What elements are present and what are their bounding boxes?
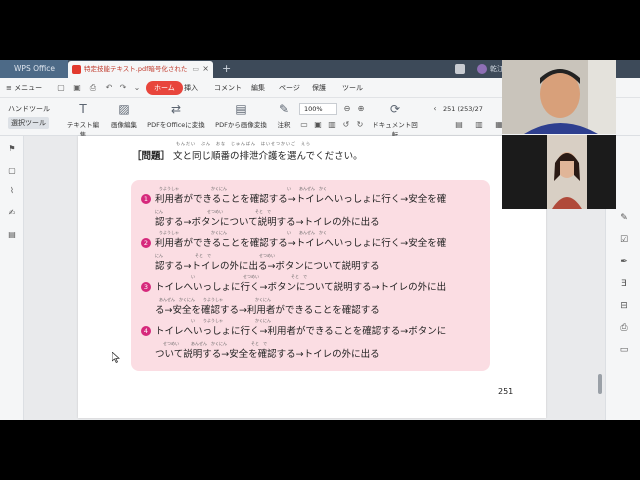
rotate-right-icon[interactable]: ↻: [355, 120, 365, 130]
tab-home[interactable]: ホーム: [146, 81, 183, 95]
option-3: 3 トイレへいっしょに行く→ボタンについて説明する→トイレの外に出: [141, 279, 446, 293]
document-rotate-icon: ⟳: [389, 102, 401, 116]
zoom-select[interactable]: 100%: [299, 103, 337, 115]
edit-text-button[interactable]: T テキスト編集: [64, 102, 102, 139]
attachment-icon[interactable]: ⌇: [7, 186, 17, 196]
single-page-icon[interactable]: ▤: [454, 120, 464, 130]
question-text: 文と同じ順番の排泄介護を選んでください。: [173, 151, 363, 162]
option-2: 2 利用者ができることを確認する→トイレへいっしょに行く→安全を確: [141, 235, 446, 249]
tab-document[interactable]: 特定技能テキスト.pdf暗号化された ▭ ×: [68, 61, 213, 78]
question-label: ［問題］: [132, 151, 171, 162]
pdf-page: もんだい ぶん おな じゅんばん はいせつかいご えら ［問題］ 文と同じ順番の…: [78, 136, 546, 418]
participant-video-icon: [502, 60, 616, 134]
pdf-icon: [72, 65, 81, 74]
signature-icon[interactable]: ✍: [7, 208, 17, 218]
option-3-line-2: る→安全を確認する→利用者ができることを確認する: [155, 305, 380, 316]
question: ［問題］ 文と同じ順番の排泄介護を選んでください。: [132, 148, 363, 162]
left-sidebar: ⚑ ▢ ⌇ ✍ ▤: [0, 136, 24, 420]
avatar[interactable]: [477, 64, 487, 74]
option-number-badge: 3: [141, 282, 151, 292]
open-folder-icon[interactable]: ▢: [56, 83, 66, 93]
page-number-field[interactable]: 251 (253/27: [443, 103, 499, 115]
select-tool-button[interactable]: 選択ツール: [8, 117, 49, 129]
main-menu-button[interactable]: ≡ メニュー: [6, 81, 42, 95]
option-4: 4 トイレへいっしょに行く→利用者ができることを確認する→ボタンに: [141, 323, 446, 337]
pdf-to-office-button[interactable]: ⇄ PDFをOfficeに変換: [144, 102, 208, 134]
print-icon[interactable]: ⎙: [88, 83, 98, 93]
rotate-left-icon[interactable]: ↺: [341, 120, 351, 130]
compare-icon[interactable]: Ǝ: [618, 278, 630, 290]
pdf-to-image-label: PDFから画像変換: [215, 121, 267, 129]
option-number-badge: 1: [141, 194, 151, 204]
close-icon[interactable]: ×: [202, 61, 209, 77]
image-edit-icon: ▨: [118, 102, 130, 116]
chevron-down-icon[interactable]: ⌄: [132, 83, 142, 93]
save-icon[interactable]: ▣: [72, 83, 82, 93]
thumbnail-icon[interactable]: ▢: [7, 166, 17, 176]
pdf-to-office-label: PDFをOfficeに変換: [147, 121, 205, 129]
page-number: 251: [498, 387, 514, 396]
redo-icon[interactable]: ↷: [118, 83, 128, 93]
tab-insert[interactable]: 挿入: [184, 81, 198, 95]
monitor-icon[interactable]: ▭: [192, 61, 199, 77]
text-edit-icon: T: [79, 102, 87, 116]
convert-icon: ⇄: [170, 102, 182, 116]
double-page-icon[interactable]: ▥: [474, 120, 484, 130]
rotate-document-button[interactable]: ⟳ ドキュメント回転: [370, 102, 420, 139]
annotation-button[interactable]: ✎ 注釈: [274, 102, 294, 134]
pdf-to-image-button[interactable]: ▤ PDFから画像変換: [214, 102, 268, 134]
checklist-icon[interactable]: ☑: [618, 234, 630, 246]
options-box: りようしゃ かくにん い あんぜん かく 1 利用者ができることを確認する→トイレ…: [131, 180, 490, 371]
participant-video-icon: [552, 152, 582, 209]
pdf-image-icon: ▤: [235, 102, 247, 116]
new-tab-button[interactable]: +: [222, 60, 231, 77]
annotation-label: 注釈: [277, 121, 291, 129]
fit-page-icon[interactable]: ▣: [313, 120, 323, 130]
fit-width-icon[interactable]: ▥: [327, 120, 337, 130]
question-furigana: もんだい ぶん おな じゅんばん はいせつかいご えら: [176, 141, 311, 146]
edit-page-icon[interactable]: ✎: [618, 212, 630, 224]
option-1-line-2: 認する→ボタンについて説明する→トイレの外に出る: [155, 217, 380, 228]
tab-comment[interactable]: コメント: [214, 81, 242, 95]
video-tile-2[interactable]: [502, 135, 616, 209]
zoom-out-icon[interactable]: ⊖: [342, 104, 352, 114]
pen-icon[interactable]: ✒: [618, 256, 630, 268]
tab-wps-office[interactable]: WPS Office: [0, 60, 68, 78]
edit-image-button[interactable]: ▨ 画像編集: [108, 102, 140, 134]
form-icon[interactable]: ▤: [7, 230, 17, 240]
option-3-line-1: トイレへいっしょに行く→ボタンについて説明する→トイレの外に出: [155, 282, 447, 293]
undo-icon[interactable]: ↶: [104, 83, 114, 93]
archive-icon[interactable]: ▭: [618, 344, 630, 356]
option-1: 1 利用者ができることを確認する→トイレへいっしょに行く→安全を確: [141, 191, 446, 205]
window-layout-icon[interactable]: [455, 64, 465, 74]
chevron-left-icon[interactable]: ‹: [430, 104, 440, 114]
tab-tools[interactable]: ツール: [342, 81, 363, 95]
video-tile-1[interactable]: [502, 60, 616, 134]
print-side-icon[interactable]: ⎙: [618, 322, 630, 334]
option-2-line-1: 利用者ができることを確認する→トイレへいっしょに行く→安全を確: [155, 238, 447, 249]
option-2-line-2: 認する→トイレの外に出る→ボタンについて説明する: [155, 261, 380, 272]
split-icon[interactable]: ⊟: [618, 300, 630, 312]
bookmark-icon[interactable]: ⚑: [7, 144, 17, 154]
option-1-line-1: 利用者ができることを確認する→トイレへいっしょに行く→安全を確: [155, 194, 447, 205]
annotation-icon: ✎: [278, 102, 290, 116]
tab-edit[interactable]: 編集: [251, 81, 265, 95]
document-tab-label: 特定技能テキスト.pdf暗号化された: [84, 65, 188, 73]
scrollbar-thumb[interactable]: [598, 374, 602, 394]
hand-tool-button[interactable]: ハンドツール: [8, 103, 50, 115]
option-4-line-2: ついて説明する→安全を確認する→トイレの外に出る: [155, 349, 380, 360]
page-view-icon[interactable]: ▭: [299, 120, 309, 130]
option-number-badge: 2: [141, 238, 151, 248]
option-4-line-1: トイレへいっしょに行く→利用者ができることを確認する→ボタンに: [155, 326, 447, 337]
tab-protect[interactable]: 保護: [312, 81, 326, 95]
tab-page[interactable]: ページ: [279, 81, 300, 95]
edit-image-label: 画像編集: [111, 121, 137, 129]
zoom-in-icon[interactable]: ⊕: [356, 104, 366, 114]
option-number-badge: 4: [141, 326, 151, 336]
mouse-cursor-icon: [112, 352, 120, 363]
